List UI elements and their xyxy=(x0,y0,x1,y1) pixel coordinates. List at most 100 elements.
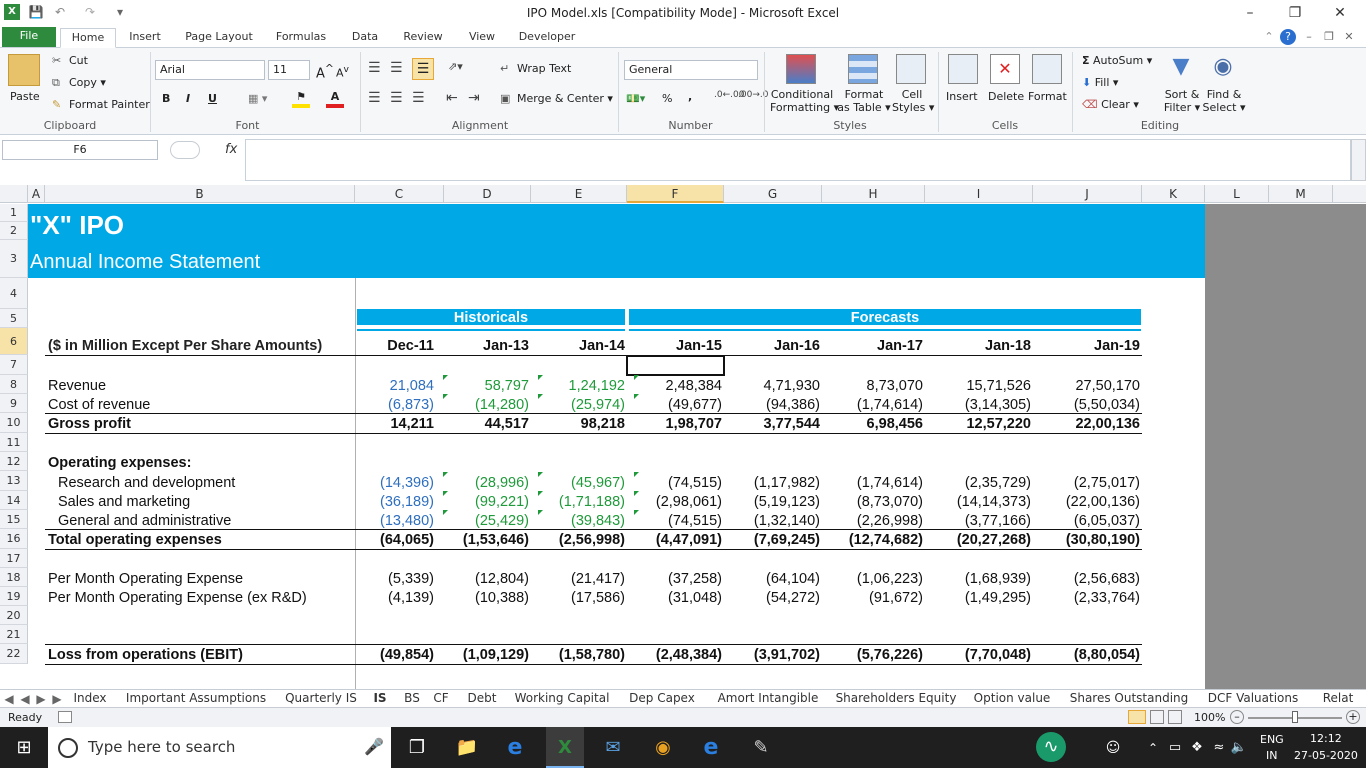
ribbon-minimize-icon[interactable]: ⌃ xyxy=(1262,28,1276,48)
sort-filter-button[interactable]: Sort & Filter ▾ xyxy=(1162,88,1202,114)
tab-developer[interactable]: Developer xyxy=(514,28,580,48)
zoom-out-icon[interactable]: – xyxy=(1230,710,1244,724)
cell-gna[interactable]: (1,32,140) xyxy=(726,513,820,529)
line-label-sales-marketing[interactable]: Sales and marketing xyxy=(58,494,190,510)
format-cells-icon[interactable] xyxy=(1032,54,1062,84)
row-header-3[interactable]: 3 xyxy=(0,240,28,278)
prev-sheet-icon[interactable]: ◀ xyxy=(18,691,32,707)
page-break-view-icon[interactable] xyxy=(1168,710,1182,724)
paint-icon[interactable]: ✎ xyxy=(748,735,774,761)
align-center-icon[interactable]: ☰ xyxy=(390,90,403,106)
borders-icon[interactable]: ▦ ▾ xyxy=(248,92,267,105)
cell-gna[interactable]: (25,429) xyxy=(446,513,529,529)
cell-revenue[interactable]: 2,48,384 xyxy=(629,378,722,394)
cell-sales-marketing[interactable]: (5,19,123) xyxy=(726,494,820,510)
cell-gross-profit[interactable]: 12,57,220 xyxy=(927,416,1031,432)
cell-styles-icon[interactable] xyxy=(896,54,926,84)
first-sheet-icon[interactable]: ◀ xyxy=(2,691,16,707)
cell-ebit[interactable]: (8,80,054) xyxy=(1035,647,1140,663)
cell-gna[interactable]: (6,05,037) xyxy=(1035,513,1140,529)
cell-rnd[interactable]: (28,996) xyxy=(446,475,529,491)
internet-explorer-icon[interactable]: e xyxy=(698,735,724,761)
cell-per-month-opex[interactable]: (1,68,939) xyxy=(927,571,1031,587)
format-as-table-icon[interactable] xyxy=(848,54,878,84)
format-painter-button[interactable]: ✎ Format Painter xyxy=(52,98,150,112)
align-middle-icon[interactable]: ☰ xyxy=(390,60,403,76)
sheet-tab-shareholders-equity[interactable]: Shareholders Equity xyxy=(834,690,958,706)
cell-per-month-opex-ex[interactable]: (17,586) xyxy=(533,590,625,606)
cell-total-opex[interactable]: (12,74,682) xyxy=(824,532,923,548)
col-i[interactable]: I xyxy=(925,185,1033,203)
wrap-text-button[interactable]: ↵ Wrap Text xyxy=(500,62,571,76)
cell-per-month-opex[interactable]: (12,804) xyxy=(446,571,529,587)
cell-per-month-opex-ex[interactable]: (2,33,764) xyxy=(1035,590,1140,606)
period-header[interactable]: Jan-14 xyxy=(533,338,625,354)
cell-total-opex[interactable]: (20,27,268) xyxy=(927,532,1031,548)
cell-gna[interactable]: (13,480) xyxy=(357,513,434,529)
tab-page-layout[interactable]: Page Layout xyxy=(178,28,260,48)
row-header-13[interactable]: 13 xyxy=(0,471,28,491)
row-header-18[interactable]: 18 xyxy=(0,568,28,587)
cell-cost-of-revenue[interactable]: (3,14,305) xyxy=(927,397,1031,413)
cell-sales-marketing[interactable]: (36,189) xyxy=(357,494,434,510)
row-header-6[interactable]: 6 xyxy=(0,328,28,355)
cell-rnd[interactable]: (1,17,982) xyxy=(726,475,820,491)
conditional-formatting-button[interactable]: Conditional Formatting ▾ xyxy=(770,88,839,114)
col-g[interactable]: G xyxy=(724,185,822,203)
number-format-select[interactable]: General xyxy=(624,60,758,80)
sheet-tab-debt[interactable]: Debt xyxy=(460,690,504,706)
clear-button[interactable]: ⌫ Clear ▾ xyxy=(1082,98,1139,111)
cell-gross-profit[interactable]: 14,211 xyxy=(357,416,434,432)
row-header-21[interactable]: 21 xyxy=(0,625,28,644)
row-header-10[interactable]: 10 xyxy=(0,413,28,433)
cell-per-month-opex-ex[interactable]: (1,49,295) xyxy=(927,590,1031,606)
period-header[interactable]: Jan-16 xyxy=(726,338,820,354)
cell-total-opex[interactable]: (1,53,646) xyxy=(446,532,529,548)
row-header-2[interactable]: 2 xyxy=(0,222,28,240)
line-label-gross-profit[interactable]: Gross profit xyxy=(48,416,131,432)
formula-scroll[interactable] xyxy=(1351,139,1366,181)
comma-button[interactable]: , xyxy=(688,90,692,103)
chrome-icon[interactable]: ◉ xyxy=(650,735,676,761)
delete-button[interactable]: Delete xyxy=(988,90,1024,103)
insert-button[interactable]: Insert xyxy=(946,90,978,103)
tab-formulas[interactable]: Formulas xyxy=(270,28,332,48)
mail-icon[interactable]: ✉ xyxy=(600,735,626,761)
col-h[interactable]: H xyxy=(822,185,925,203)
cell-styles-button[interactable]: Cell Styles ▾ xyxy=(892,88,934,114)
line-label-opex-header[interactable]: Operating expenses: xyxy=(48,455,191,471)
cell-per-month-opex[interactable]: (5,339) xyxy=(357,571,434,587)
row-header-14[interactable]: 14 xyxy=(0,491,28,510)
cell-rnd[interactable]: (14,396) xyxy=(357,475,434,491)
font-name-select[interactable]: Arial xyxy=(155,60,265,80)
col-c[interactable]: C xyxy=(355,185,444,203)
workbook-restore-icon[interactable]: ❐ xyxy=(1322,28,1336,48)
bold-button[interactable]: B xyxy=(162,92,170,105)
row-header-9[interactable]: 9 xyxy=(0,394,28,413)
cell-revenue[interactable]: 15,71,526 xyxy=(927,378,1031,394)
merge-center-button[interactable]: ▣ Merge & Center ▾ xyxy=(500,92,613,106)
insert-function-button[interactable]: fx xyxy=(225,142,237,157)
period-header[interactable]: Jan-19 xyxy=(1035,338,1140,354)
cell-cost-of-revenue[interactable]: (6,873) xyxy=(357,397,434,413)
cell-gna[interactable]: (2,26,998) xyxy=(824,513,923,529)
cell-ebit[interactable]: (5,76,226) xyxy=(824,647,923,663)
cell-gross-profit[interactable]: 22,00,136 xyxy=(1035,416,1140,432)
cell-rnd[interactable]: (74,515) xyxy=(629,475,722,491)
line-label-per-month-opex[interactable]: Per Month Operating Expense xyxy=(48,571,243,587)
cell-sales-marketing[interactable]: (2,98,061) xyxy=(629,494,722,510)
cell-total-opex[interactable]: (4,47,091) xyxy=(629,532,722,548)
row-header-8[interactable]: 8 xyxy=(0,375,28,394)
cell-per-month-opex-ex[interactable]: (31,048) xyxy=(629,590,722,606)
row-header-20[interactable]: 20 xyxy=(0,606,28,625)
increase-indent-icon[interactable]: ⇥ xyxy=(468,90,480,106)
cell-cost-of-revenue[interactable]: (25,974) xyxy=(533,397,625,413)
row-header-19[interactable]: 19 xyxy=(0,587,28,606)
cell-gross-profit[interactable]: 1,98,707 xyxy=(629,416,722,432)
underline-button[interactable]: U xyxy=(208,92,217,105)
cell-per-month-opex[interactable]: (21,417) xyxy=(533,571,625,587)
cell-ebit[interactable]: (49,854) xyxy=(357,647,434,663)
last-sheet-icon[interactable]: ▶ xyxy=(50,691,64,707)
row-header-11[interactable]: 11 xyxy=(0,433,28,452)
cell-rnd[interactable]: (45,967) xyxy=(533,475,625,491)
